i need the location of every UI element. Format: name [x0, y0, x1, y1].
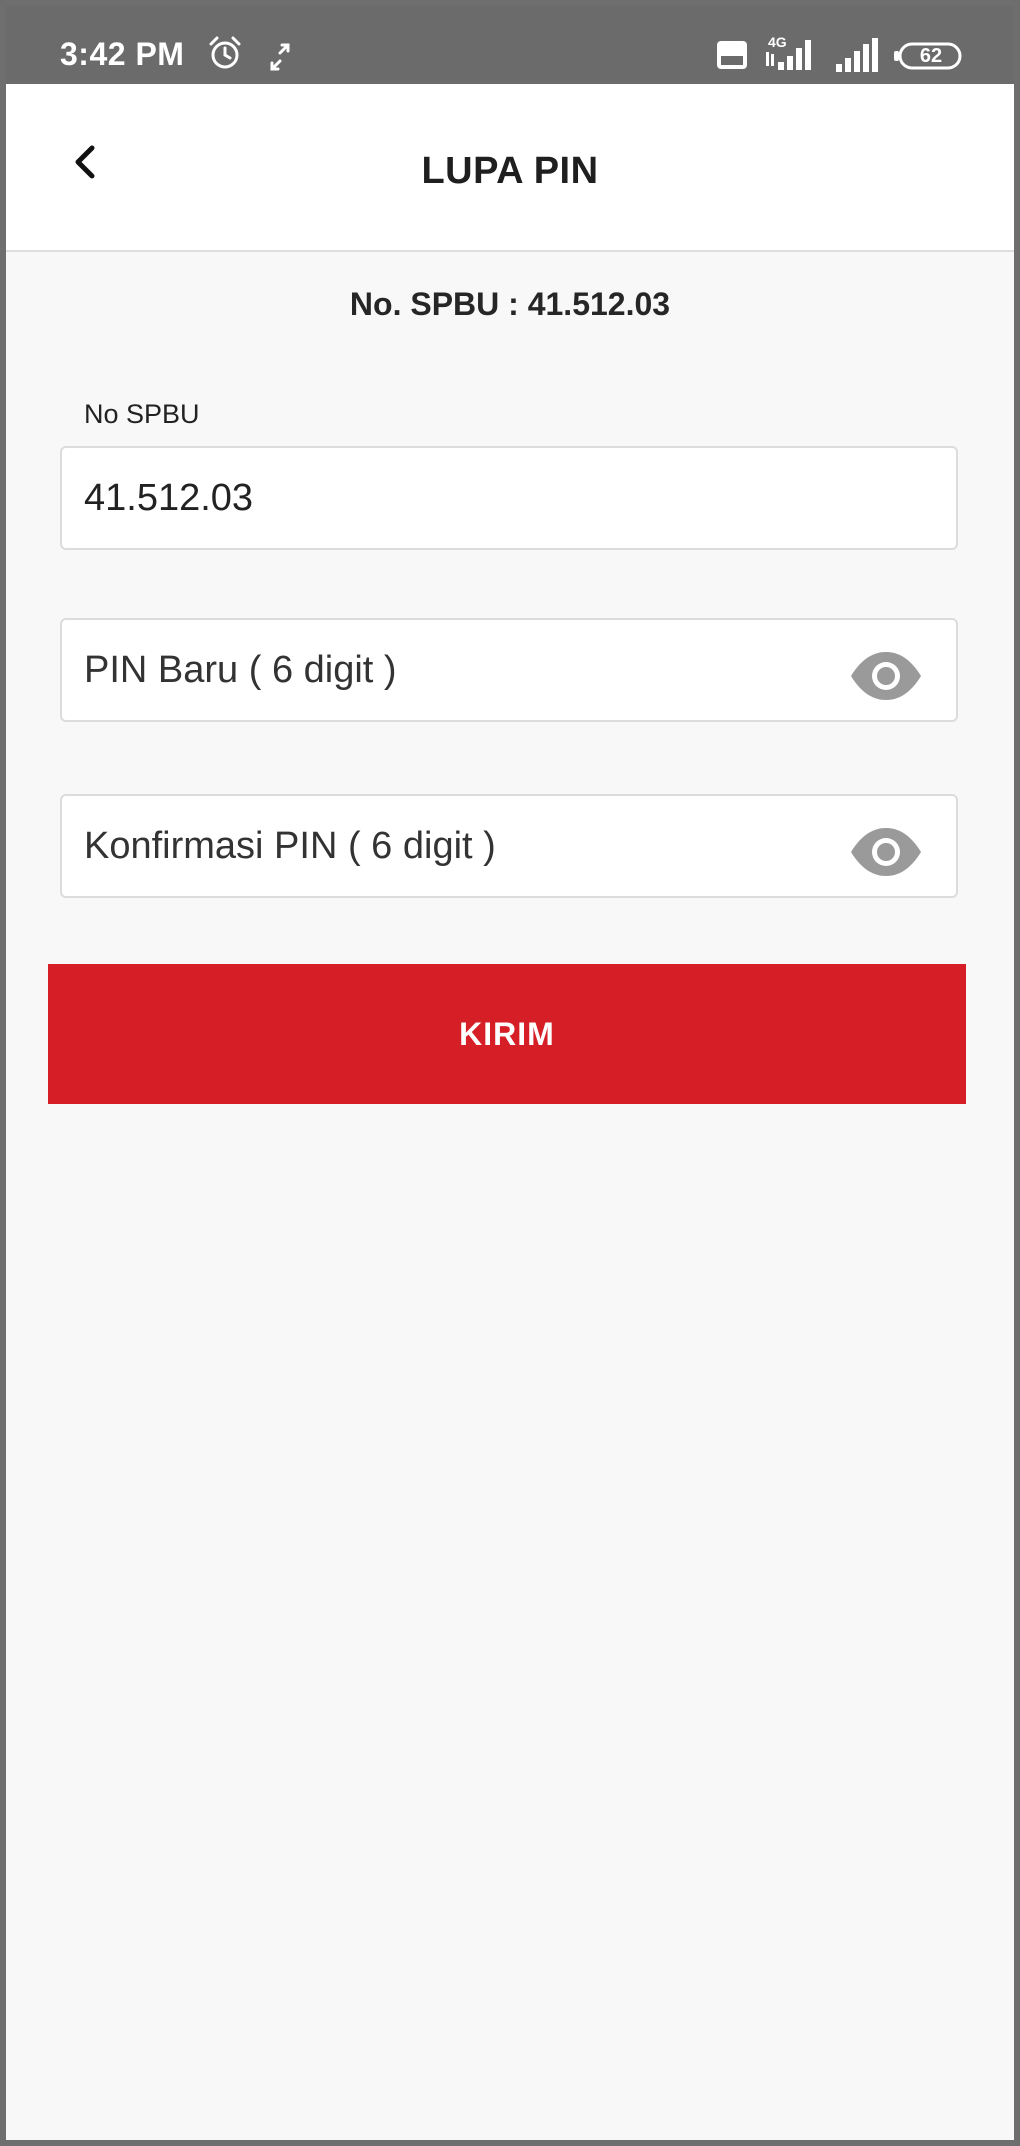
confirm-pin-input[interactable]	[84, 796, 844, 896]
spbu-field-label: No SPBU	[84, 399, 200, 429]
app-bar: LUPA PIN	[6, 84, 1014, 252]
confirm-pin-field	[60, 794, 958, 898]
eye-icon[interactable]	[848, 650, 924, 702]
eye-icon[interactable]	[848, 826, 924, 878]
sync-icon	[270, 43, 290, 71]
volte-icon	[717, 41, 747, 69]
submit-button[interactable]: KIRIM	[48, 964, 966, 1104]
page-title: LUPA PIN	[421, 150, 599, 192]
network-label: 4G	[768, 34, 787, 50]
signal-icon	[836, 38, 878, 72]
status-bar: 3:42 PM 4G 62	[6, 6, 1014, 84]
spbu-field	[60, 446, 958, 550]
app-screen: 3:42 PM 4G 62 LUPA PIN No. SPBU: 41.512…	[6, 6, 1014, 2140]
alarm-icon	[209, 36, 241, 69]
spbu-number-heading: No. SPBU : 41.512.03	[349, 286, 671, 322]
new-pin-field	[60, 618, 958, 722]
battery-level: 62	[919, 45, 943, 67]
spbu-input[interactable]	[84, 448, 844, 548]
new-pin-input[interactable]	[84, 620, 844, 720]
status-time: 3:42 PM	[60, 36, 185, 72]
